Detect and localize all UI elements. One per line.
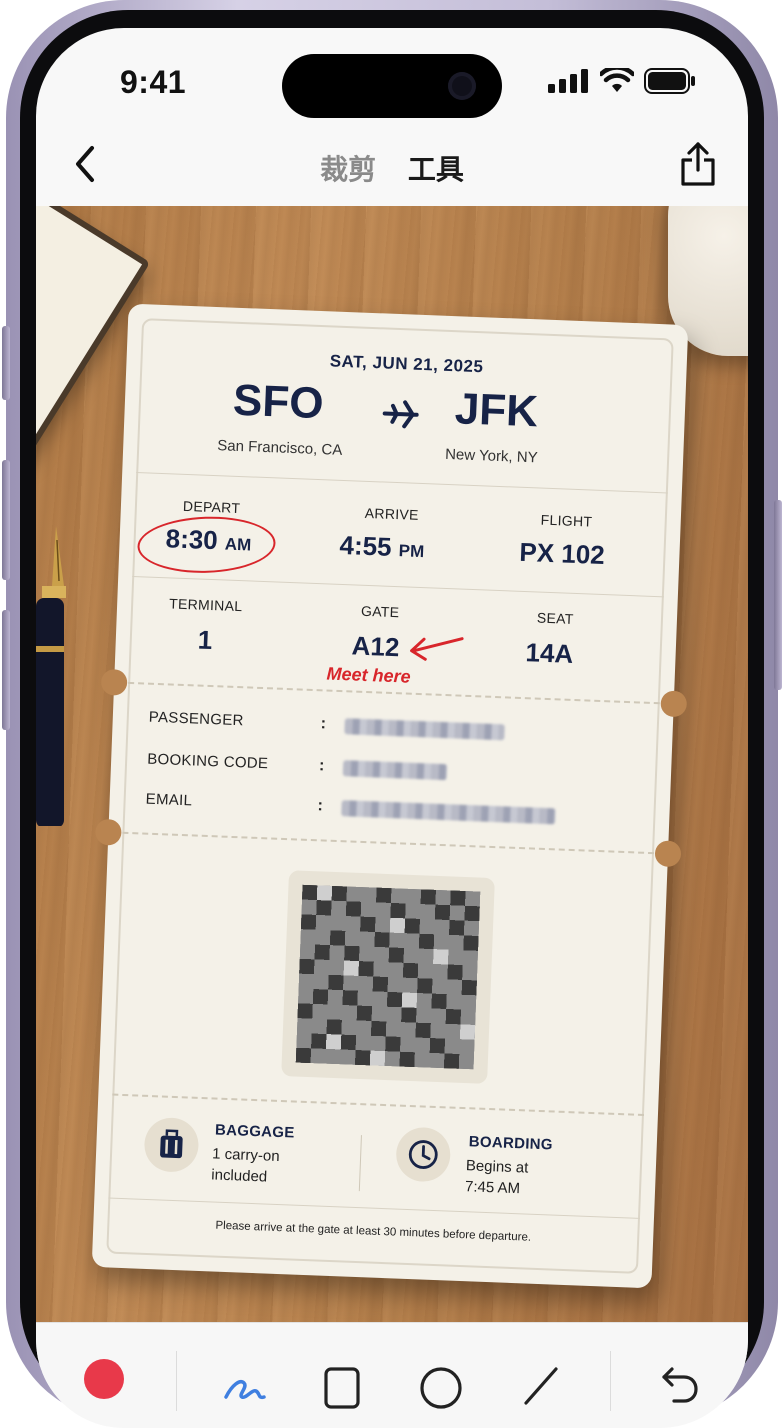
status-time: 9:41 [120, 64, 187, 100]
arrive-ampm: PM [398, 541, 425, 562]
colon: : [318, 757, 325, 775]
markup-toolbar [36, 1322, 748, 1428]
boarding-icon-badge [395, 1126, 452, 1183]
camera-icon [448, 72, 476, 100]
colon: : [317, 797, 324, 815]
color-picker-button[interactable] [84, 1359, 124, 1399]
baggage-title: BAGGAGE [214, 1121, 295, 1142]
gate-label: GATE [360, 602, 400, 621]
suitcase-icon [160, 1129, 183, 1159]
baggage-icon-badge [143, 1116, 200, 1173]
ticket-notch [100, 668, 128, 696]
flight-number: PX 102 [518, 536, 606, 571]
seat-value: 14A [525, 637, 574, 669]
ticket-notch [660, 690, 688, 718]
pen-tool-icon[interactable] [220, 1363, 270, 1413]
cellular-signal-icon [548, 69, 588, 93]
gate-value: A12 [351, 630, 400, 663]
boarding-line-1: Begins at [465, 1157, 529, 1177]
tab-crop[interactable]: 裁剪 [320, 154, 376, 185]
phone-frame: 9:41 裁剪 工具 SAT, JUN 21, 2025 SFO JFK San… [0, 0, 784, 1428]
editor-tabs: 裁剪 工具 [36, 148, 748, 188]
destination-city: New York, NY [444, 445, 538, 467]
rectangle-tool-icon[interactable] [320, 1363, 364, 1413]
red-arrow-annotation[interactable] [405, 633, 466, 665]
screen: 9:41 裁剪 工具 SAT, JUN 21, 2025 SFO JFK San… [36, 28, 748, 1428]
battery-icon [644, 68, 695, 94]
power-button [774, 500, 782, 690]
volume-up-button [2, 460, 10, 580]
boarding-pass: SAT, JUN 21, 2025 SFO JFK San Francisco,… [91, 303, 689, 1289]
side-button [2, 326, 10, 400]
dynamic-island [282, 54, 502, 118]
toolbar-divider [610, 1351, 611, 1411]
arrive-time-value: 4:55 [339, 529, 393, 562]
origin-code: SFO [232, 375, 325, 429]
arrow-tool-icon[interactable] [516, 1363, 564, 1413]
clock-icon [408, 1140, 438, 1169]
photo-canvas[interactable]: SAT, JUN 21, 2025 SFO JFK San Francisco,… [36, 206, 748, 1326]
destination-code: JFK [453, 384, 539, 437]
terminal-label: TERMINAL [168, 595, 243, 615]
undo-icon[interactable] [656, 1359, 704, 1409]
meet-here-annotation[interactable]: Meet here [326, 663, 411, 687]
email-label: EMAIL [145, 790, 193, 810]
qr-code-pixelated [295, 884, 481, 1070]
wifi-icon [600, 68, 634, 92]
tab-tools[interactable]: 工具 [408, 154, 464, 185]
fountain-pen-image [36, 526, 66, 826]
flight-label: FLIGHT [540, 511, 593, 530]
circle-tool-icon[interactable] [416, 1363, 466, 1413]
status-icons [548, 68, 696, 94]
depart-label: DEPART [182, 497, 241, 517]
baggage-line-2: included [210, 1166, 268, 1186]
ticket-notch [654, 840, 682, 868]
arrive-time: 4:55 PM [339, 530, 425, 564]
arrive-label: ARRIVE [364, 504, 420, 523]
terminal-value: 1 [197, 624, 213, 656]
boarding-title: BOARDING [468, 1133, 554, 1154]
baggage-line-1: 1 carry-on [211, 1145, 280, 1166]
passenger-label: PASSENGER [148, 708, 245, 730]
seat-label: SEAT [536, 609, 574, 627]
qr-code-redacted [281, 870, 495, 1084]
toolbar-divider [176, 1351, 177, 1411]
boarding-line-2: 7:45 AM [464, 1178, 521, 1198]
share-icon[interactable] [678, 140, 718, 188]
editor-navbar: 裁剪 工具 [36, 128, 748, 210]
ticket-notch [94, 818, 122, 846]
volume-down-button [2, 610, 10, 730]
airplane-icon [382, 400, 419, 429]
colon: : [320, 715, 327, 733]
